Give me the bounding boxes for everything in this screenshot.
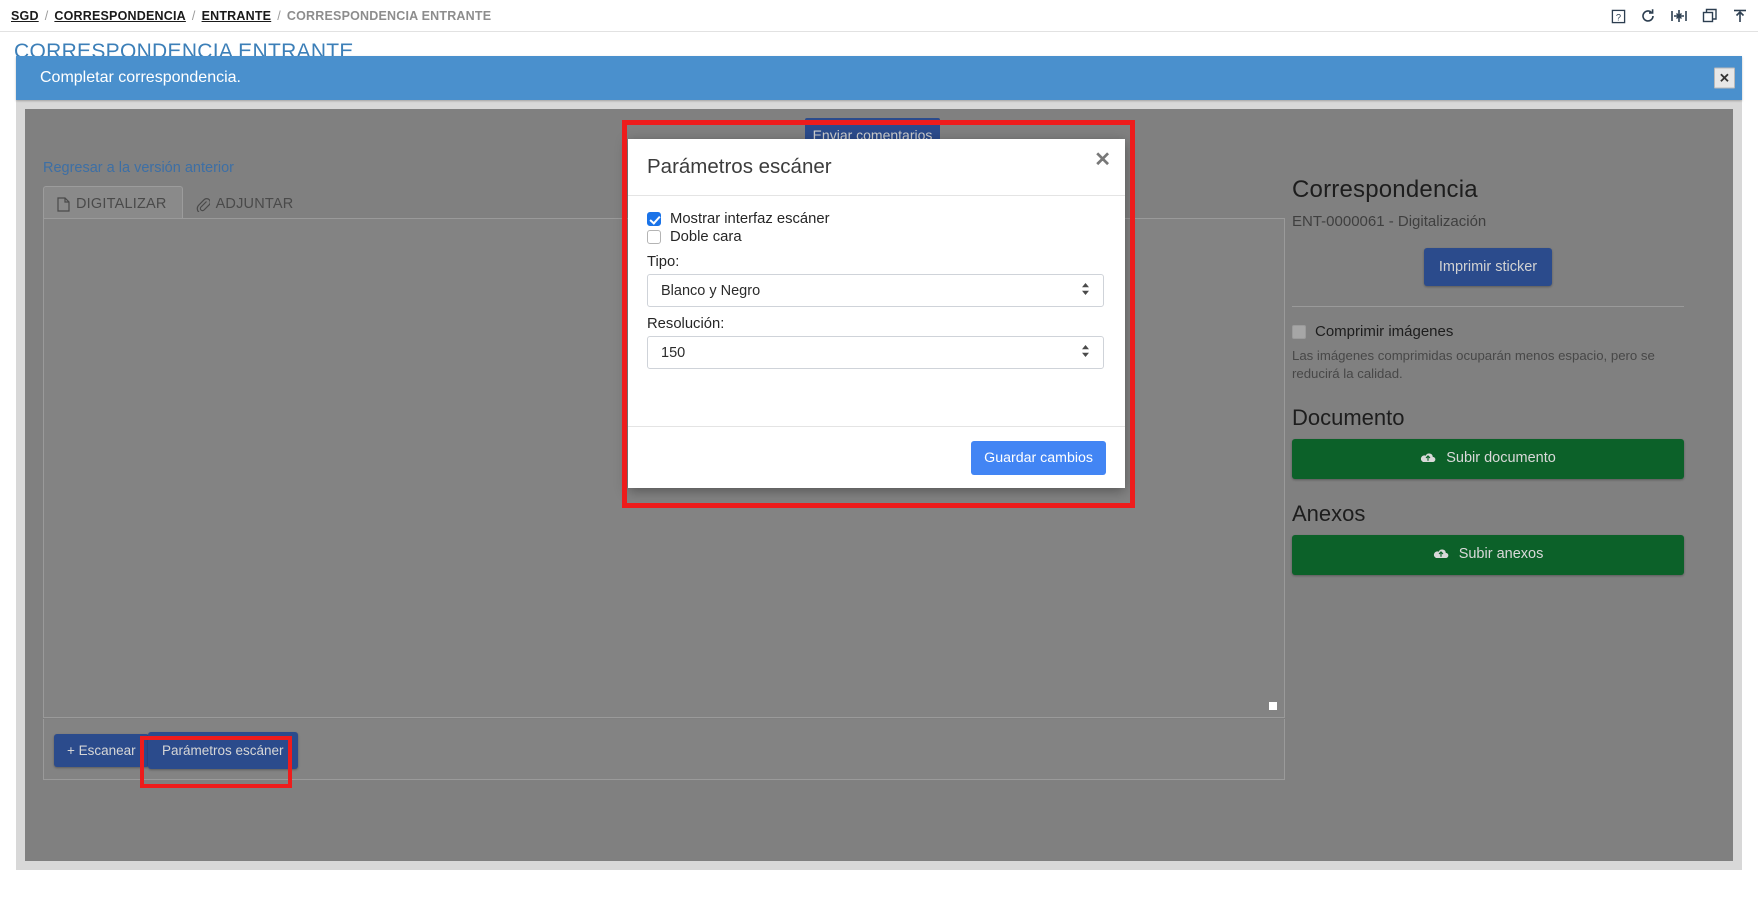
breadcrumb-separator: / [44, 8, 49, 23]
app-root: SGD / CORRESPONDENCIA / ENTRANTE / CORRE… [0, 0, 1758, 906]
breadcrumb-item-correspondencia[interactable]: CORRESPONDENCIA [54, 9, 186, 23]
compress-images-label: Comprimir imágenes [1315, 323, 1454, 340]
breadcrumb-item-entrante[interactable]: ENTRANTE [202, 9, 272, 23]
scan-action-bar: + Escanear Parámetros escáner [43, 719, 1285, 780]
file-icon [57, 196, 70, 212]
scanner-parameters-modal: Parámetros escáner ✕ Mostrar interfaz es… [628, 139, 1125, 488]
refresh-icon[interactable] [1640, 8, 1656, 24]
double-side-row[interactable]: Doble cara [647, 229, 1106, 245]
type-select-value: Blanco y Negro [661, 282, 761, 299]
modal-footer: Guardar cambios [628, 426, 1125, 488]
svg-text:?: ? [1616, 12, 1621, 22]
save-changes-button[interactable]: Guardar cambios [971, 440, 1106, 475]
modal-body: Mostrar interfaz escáner Doble cara Tipo… [628, 196, 1125, 379]
alert-close-button[interactable]: ✕ [1714, 67, 1735, 89]
resolution-field-label: Resolución: [647, 316, 725, 332]
sidebar-divider [1292, 306, 1684, 307]
sidebar-subtitle: ENT-0000061 - Digitalización [1292, 213, 1487, 230]
breadcrumb-separator: / [277, 8, 281, 23]
breadcrumb-item-current: CORRESPONDENCIA ENTRANTE [286, 8, 492, 23]
resize-handle[interactable] [1269, 702, 1277, 710]
scan-button[interactable]: + Escanear [54, 734, 149, 767]
pin-top-icon[interactable] [1732, 8, 1748, 24]
back-to-previous-version-link[interactable]: Regresar a la versión anterior [43, 160, 234, 176]
scanner-parameters-button[interactable]: Parámetros escáner [148, 732, 298, 769]
sidebar-title: Correspondencia [1292, 176, 1478, 203]
show-scanner-interface-label: Mostrar interfaz escáner [670, 211, 830, 227]
window-controls: ? [1611, 0, 1748, 32]
show-scanner-interface-checkbox[interactable] [647, 212, 661, 226]
breadcrumb: SGD / CORRESPONDENCIA / ENTRANTE / CORRE… [0, 9, 491, 23]
tab-adjuntar-label: ADJUNTAR [215, 196, 294, 212]
upload-annexes-label: Subir anexos [1458, 546, 1544, 563]
top-navigation-bar: SGD / CORRESPONDENCIA / ENTRANTE / CORRE… [0, 0, 1758, 32]
breadcrumb-item-sgd[interactable]: SGD [11, 9, 39, 23]
cloud-upload-icon [1420, 452, 1440, 468]
paperclip-icon [196, 197, 210, 212]
modal-header: Parámetros escáner ✕ [628, 139, 1125, 196]
compress-images-checkbox[interactable] [1292, 324, 1306, 339]
correspondence-sidebar: Correspondencia ENT-0000061 - Digitaliza… [1292, 176, 1684, 576]
double-side-label: Doble cara [670, 229, 742, 245]
cloud-upload-icon [1433, 548, 1453, 564]
compress-images-row[interactable]: Comprimir imágenes [1292, 323, 1684, 340]
show-scanner-interface-row[interactable]: Mostrar interfaz escáner [647, 211, 1106, 227]
breadcrumb-separator: / [191, 8, 196, 23]
upload-annexes-button[interactable]: Subir anexos [1292, 535, 1684, 576]
collapse-horizontal-icon[interactable] [1670, 8, 1688, 24]
print-sticker-button[interactable]: Imprimir sticker [1423, 248, 1553, 286]
type-field-label: Tipo: [647, 254, 680, 270]
help-icon[interactable]: ? [1611, 9, 1626, 24]
alert-message: Completar correspondencia. [40, 69, 241, 86]
double-side-checkbox[interactable] [647, 230, 661, 244]
print-sticker-wrapper: Imprimir sticker [1292, 248, 1684, 286]
compress-images-help-text: Las imágenes comprimidas ocuparán menos … [1292, 348, 1655, 382]
resolution-select-value: 150 [661, 344, 686, 361]
chevron-updown-icon [1081, 282, 1090, 300]
resolution-select[interactable]: 150 [647, 336, 1104, 369]
upload-document-label: Subir documento [1446, 450, 1556, 467]
annex-section-title: Anexos [1292, 501, 1366, 527]
chevron-updown-icon [1081, 344, 1090, 362]
tab-adjuntar[interactable]: ADJUNTAR [183, 187, 309, 221]
modal-close-icon[interactable]: ✕ [1094, 150, 1111, 170]
restore-window-icon[interactable] [1702, 8, 1718, 24]
document-section-title: Documento [1292, 405, 1405, 431]
modal-title: Parámetros escáner [647, 155, 832, 178]
tab-digitalizar[interactable]: DIGITALIZAR [43, 186, 183, 221]
upload-document-button[interactable]: Subir documento [1292, 439, 1684, 480]
type-select[interactable]: Blanco y Negro [647, 274, 1104, 307]
alert-banner: Completar correspondencia. ✕ [16, 56, 1742, 100]
tab-digitalizar-label: DIGITALIZAR [76, 196, 167, 212]
tab-bar: DIGITALIZAR ADJUNTAR [43, 186, 308, 221]
